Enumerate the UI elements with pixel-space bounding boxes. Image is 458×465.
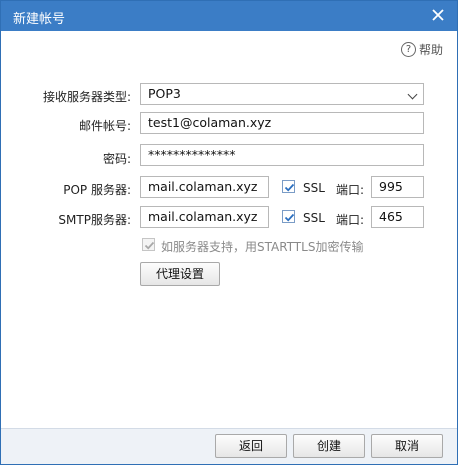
help-label: 帮助 xyxy=(418,43,443,57)
smtp-port-label: 端口: xyxy=(336,213,365,227)
cancel-button[interactable]: 取消 xyxy=(371,434,443,458)
proxy-settings-button[interactable]: 代理设置 xyxy=(140,262,220,286)
pop-port-label: 端口: xyxy=(336,183,365,197)
server-type-label: 接收服务器类型: xyxy=(42,90,131,104)
smtp-port-field[interactable]: 465 xyxy=(371,206,424,228)
pop-server-value: mail.colaman.xyz xyxy=(148,179,258,194)
title-bar: 新建帐号 xyxy=(1,1,457,31)
smtp-server-field[interactable]: mail.colaman.xyz xyxy=(140,206,269,228)
smtp-ssl-checkbox[interactable] xyxy=(282,210,295,223)
pop-ssl-checkbox[interactable] xyxy=(282,180,295,193)
help-icon: ? xyxy=(400,42,416,57)
starttls-checkbox[interactable] xyxy=(142,238,155,251)
dialog-title: 新建帐号 xyxy=(13,12,66,27)
pop-ssl-label: SSL xyxy=(303,181,325,195)
smtp-ssl-label: SSL xyxy=(303,211,325,225)
starttls-label: 如服务器支持，用STARTTLS加密传输 xyxy=(161,240,364,254)
pop-port-field[interactable]: 995 xyxy=(371,176,424,198)
email-field[interactable]: test1@colaman.xyz xyxy=(140,112,424,134)
checkmark-icon xyxy=(144,241,155,250)
server-type-value: POP3 xyxy=(148,86,181,101)
smtp-server-value: mail.colaman.xyz xyxy=(148,209,258,224)
new-account-dialog: 新建帐号 ? 帮助 接收服务器类型: POP3 邮件帐号: test1@cola… xyxy=(0,0,458,465)
create-button[interactable]: 创建 xyxy=(293,434,365,458)
pop-server-label: POP 服务器: xyxy=(63,183,131,197)
help-link[interactable]: ? 帮助 xyxy=(400,41,443,58)
password-field[interactable]: ************** xyxy=(140,144,424,166)
email-value: test1@colaman.xyz xyxy=(148,115,272,130)
server-type-select[interactable]: POP3 xyxy=(140,83,424,105)
checkmark-icon xyxy=(284,183,295,192)
dialog-footer: 返回 创建 取消 xyxy=(1,428,457,464)
back-button[interactable]: 返回 xyxy=(215,434,287,458)
chevron-down-icon xyxy=(407,89,418,100)
password-label: 密码: xyxy=(102,152,131,166)
pop-server-field[interactable]: mail.colaman.xyz xyxy=(140,176,269,198)
pop-port-value: 995 xyxy=(379,179,403,194)
password-value: ************** xyxy=(148,147,236,162)
email-label: 邮件帐号: xyxy=(78,119,131,133)
close-icon[interactable] xyxy=(429,6,447,24)
smtp-port-value: 465 xyxy=(379,209,403,224)
checkmark-icon xyxy=(284,213,295,222)
smtp-server-label: SMTP服务器: xyxy=(58,213,131,227)
